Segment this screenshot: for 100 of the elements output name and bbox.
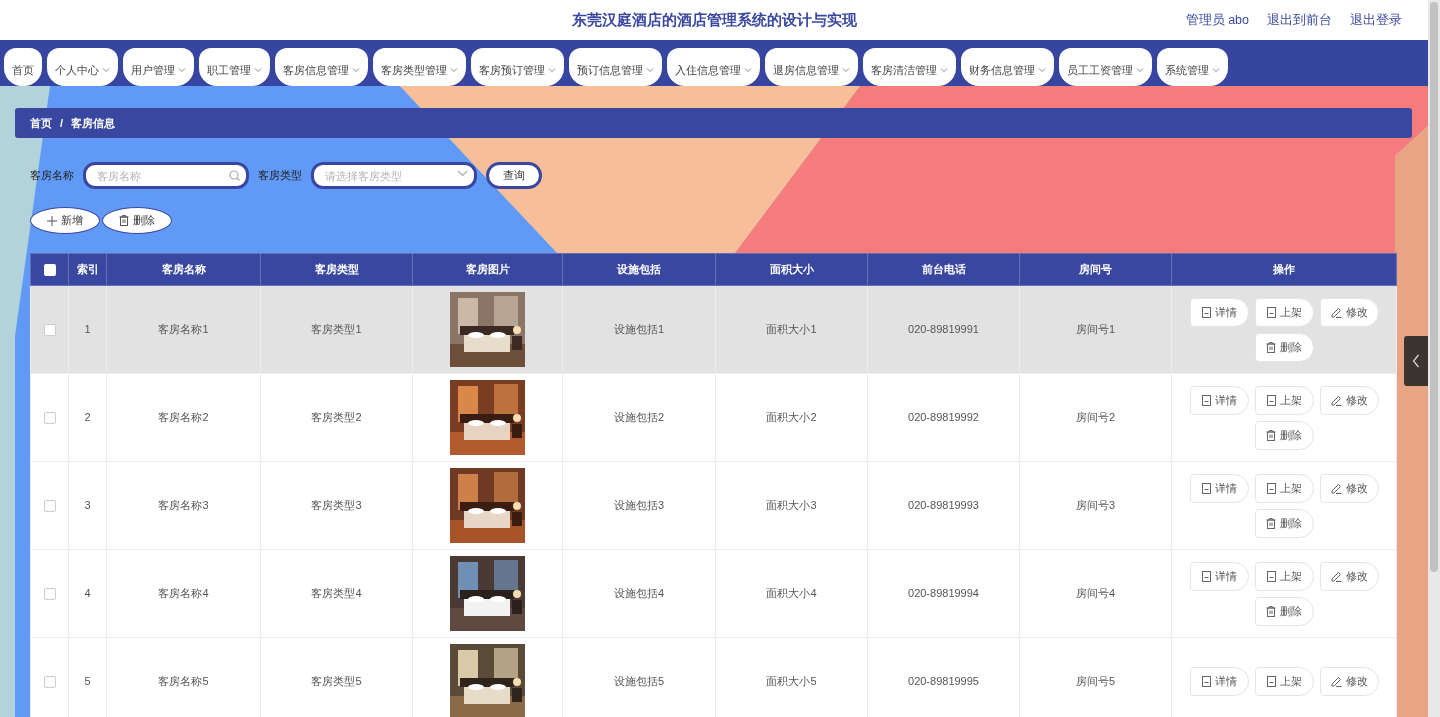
table-cell: 面积大小1 <box>766 323 817 336</box>
nav-tab[interactable]: 首页 <box>4 48 42 86</box>
query-button[interactable]: 查询 <box>486 162 542 189</box>
table-cell: 3 <box>84 499 91 512</box>
nav-tab[interactable]: 财务信息管理 <box>961 48 1054 86</box>
trash-icon <box>1266 517 1276 529</box>
nav-tab[interactable]: 客房信息管理 <box>275 48 368 86</box>
detail-button[interactable]: 上架 <box>1254 385 1314 415</box>
edit-button[interactable]: 修改 <box>1319 385 1379 415</box>
nav-tab[interactable]: 用户管理 <box>123 48 194 86</box>
edit-button[interactable]: 修改 <box>1319 297 1379 327</box>
column-header[interactable]: 客房名称 <box>106 253 261 286</box>
edit-button[interactable]: 修改 <box>1319 667 1379 696</box>
nav-tab[interactable]: 员工工资管理 <box>1059 48 1152 86</box>
document-icon <box>1266 676 1276 687</box>
nav-tab[interactable]: 退房信息管理 <box>765 48 858 86</box>
pencil-icon <box>1330 676 1342 687</box>
select-all-checkbox[interactable] <box>43 264 56 277</box>
row-checkbox[interactable] <box>43 588 56 601</box>
header-link[interactable]: 退出到前台 <box>1267 10 1332 30</box>
document-icon <box>1266 482 1276 494</box>
nav-tab[interactable]: 个人中心 <box>47 48 118 86</box>
pencil-icon <box>1330 394 1342 406</box>
edit-button[interactable]: 修改 <box>1319 561 1379 591</box>
edit-button[interactable]: 修改 <box>1319 473 1379 503</box>
delete-button[interactable]: 删除 <box>1254 508 1314 538</box>
table-cell: 面积大小3 <box>766 499 817 512</box>
search-icon <box>229 170 240 181</box>
row-checkbox[interactable] <box>43 412 56 425</box>
row-checkbox[interactable] <box>43 500 56 513</box>
document-icon <box>1201 676 1211 687</box>
table-cell: 设施包括1 <box>613 323 665 336</box>
table-cell: 客房名称1 <box>158 323 209 336</box>
nav-tab[interactable]: 预订信息管理 <box>569 48 662 86</box>
collapse-tab[interactable] <box>1404 336 1428 386</box>
table-cell: 设施包括2 <box>613 411 665 424</box>
detail-button[interactable]: 上架 <box>1254 297 1314 327</box>
table-cell: 设施包括3 <box>613 499 665 512</box>
table-cell: 房间号4 <box>1075 587 1116 600</box>
detail-button[interactable]: 详情 <box>1189 561 1249 591</box>
detail-button[interactable]: 详情 <box>1189 473 1249 503</box>
breadcrumb-item[interactable]: 首页 <box>30 114 52 132</box>
table-cell: 4 <box>84 587 91 600</box>
document-icon <box>1266 306 1276 318</box>
column-header[interactable]: 操作 <box>1171 253 1397 286</box>
nav-tab[interactable]: 客房清洁管理 <box>863 48 956 86</box>
detail-button[interactable]: 详情 <box>1189 297 1249 327</box>
table-cell: 设施包括5 <box>613 675 665 688</box>
column-header[interactable]: 设施包括 <box>562 253 716 286</box>
delete-button[interactable]: 删除 <box>1254 596 1314 626</box>
filter-label: 客房名称 <box>30 168 74 184</box>
column-header[interactable]: 房间号 <box>1019 253 1172 286</box>
filter-label: 客房类型 <box>258 168 302 184</box>
table-cell: 房间号5 <box>1075 675 1116 688</box>
row-checkbox[interactable] <box>43 324 56 337</box>
breadcrumb-separator: / <box>60 115 64 131</box>
nav-tab[interactable]: 系统管理 <box>1157 48 1228 86</box>
delete-button[interactable]: 删除 <box>1254 332 1314 362</box>
column-header[interactable]: 客房图片 <box>412 253 563 286</box>
column-header[interactable]: 面积大小 <box>715 253 868 286</box>
detail-button[interactable]: 上架 <box>1254 561 1314 591</box>
table-cell: 设施包括4 <box>613 587 665 600</box>
detail-button[interactable]: 详情 <box>1189 667 1249 696</box>
detail-button[interactable]: 详情 <box>1189 385 1249 415</box>
breadcrumb-item[interactable]: 客房信息 <box>71 114 116 132</box>
header-link[interactable]: 退出登录 <box>1350 10 1402 30</box>
pencil-icon <box>1330 570 1342 582</box>
nav-tab[interactable]: 客房类型管理 <box>373 48 466 86</box>
detail-button[interactable]: 上架 <box>1254 667 1314 696</box>
nav-tab[interactable]: 职工管理 <box>199 48 270 86</box>
trash-icon <box>1266 605 1276 617</box>
table-cell: 020-89819994 <box>908 587 979 600</box>
column-header[interactable]: 索引 <box>68 253 107 286</box>
scrollbar-thumb[interactable] <box>1430 2 1438 572</box>
table-cell: 1 <box>84 323 91 336</box>
table-cell: 2 <box>84 411 91 424</box>
document-icon <box>1201 394 1211 406</box>
page-title: 东莞汉庭酒店的酒店管理系统的设计与实现 <box>571 9 857 30</box>
scrollbar[interactable] <box>1428 0 1440 717</box>
column-header[interactable]: 前台电话 <box>867 253 1020 286</box>
trash-icon <box>119 215 129 226</box>
table-cell: 房间号1 <box>1075 323 1116 336</box>
trash-icon <box>1266 341 1276 353</box>
chevron-left-icon <box>1412 354 1420 368</box>
table-cell: 客房名称5 <box>158 675 209 688</box>
nav-tab[interactable]: 客房预订管理 <box>471 48 564 86</box>
table-cell: 5 <box>84 675 91 688</box>
table-cell: 客房名称3 <box>158 499 209 512</box>
detail-button[interactable]: 上架 <box>1254 473 1314 503</box>
table-cell: 020-89819993 <box>908 499 979 512</box>
delete-button[interactable]: 删除 <box>1254 420 1314 450</box>
column-header[interactable]: 客房类型 <box>260 253 413 286</box>
document-icon <box>1201 482 1211 494</box>
header-link[interactable]: 管理员 abo <box>1185 10 1249 30</box>
nav-tab[interactable]: 入住信息管理 <box>667 48 760 86</box>
table-cell: 客房类型4 <box>311 587 362 600</box>
row-checkbox[interactable] <box>43 676 56 689</box>
search-field[interactable]: 客房名称 <box>83 162 249 189</box>
select-field[interactable]: 请选择客房类型 <box>311 162 477 189</box>
table-cell: 客房类型5 <box>311 675 362 688</box>
